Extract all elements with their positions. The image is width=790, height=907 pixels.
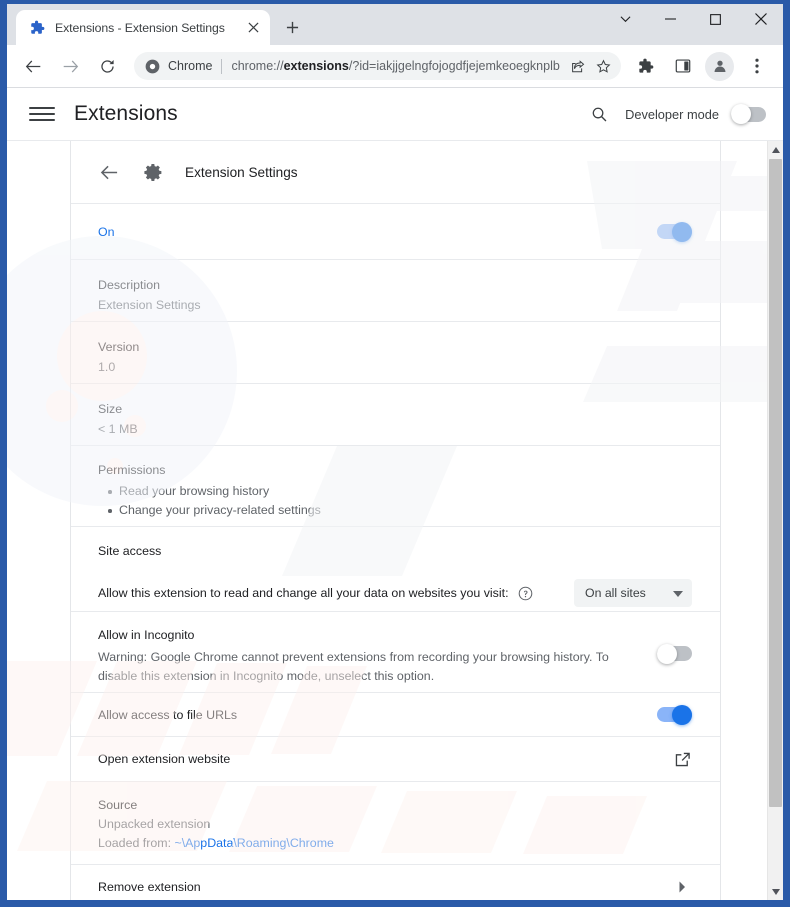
search-icon[interactable] xyxy=(584,99,614,129)
chevron-right-icon[interactable] xyxy=(673,878,692,897)
share-icon[interactable] xyxy=(565,54,589,78)
open-website-label: Open extension website xyxy=(98,752,231,766)
enable-extension-toggle[interactable] xyxy=(657,221,692,242)
chrome-logo-icon xyxy=(144,58,160,74)
browser-window: Extensions - Extension Settings Chrome c… xyxy=(0,0,790,907)
loaded-from-line: Loaded from: ~\AppData\Roaming\Chrome xyxy=(98,836,692,850)
browser-window-inner: Extensions - Extension Settings Chrome c… xyxy=(7,4,783,900)
incognito-label: Allow in Incognito xyxy=(98,628,195,642)
file-urls-row: Allow access to file URLs xyxy=(71,692,720,736)
developer-mode-toggle[interactable] xyxy=(731,104,766,124)
chevron-down-icon[interactable] xyxy=(603,4,648,34)
source-value: Unpacked extension xyxy=(98,817,211,831)
extensions-page-header: Extensions Developer mode xyxy=(7,88,783,141)
size-value: < 1 MB xyxy=(98,422,138,436)
permissions-label: Permissions xyxy=(98,463,166,477)
incognito-toggle[interactable] xyxy=(657,643,692,664)
reload-button[interactable] xyxy=(93,52,122,81)
three-dot-menu-icon[interactable] xyxy=(742,52,771,81)
open-website-row[interactable]: Open extension website xyxy=(71,736,720,781)
toggle-thumb xyxy=(672,704,692,725)
permissions-list: Read your browsing history Change your p… xyxy=(98,482,692,520)
extensions-page-body: Extension Settings On Description Extens… xyxy=(7,141,783,900)
caret-down-icon xyxy=(673,586,683,600)
new-tab-button[interactable] xyxy=(278,13,306,41)
site-access-value: On all sites xyxy=(585,586,646,600)
detail-header: Extension Settings xyxy=(71,141,720,203)
extensions-button[interactable] xyxy=(631,52,660,81)
omnibox-divider xyxy=(221,58,223,74)
enabled-label: On xyxy=(98,224,115,239)
site-access-row: Site access Allow this extension to read… xyxy=(71,526,720,611)
browser-tab[interactable]: Extensions - Extension Settings xyxy=(16,10,270,45)
vertical-scrollbar[interactable] xyxy=(767,141,783,900)
forward-button[interactable] xyxy=(56,52,85,81)
description-value: Extension Settings xyxy=(98,298,201,312)
external-link-icon[interactable] xyxy=(673,750,692,769)
remove-extension-label: Remove extension xyxy=(98,880,201,894)
avatar[interactable] xyxy=(705,51,734,81)
window-controls xyxy=(603,4,783,45)
size-label: Size xyxy=(98,402,123,416)
gear-icon xyxy=(141,160,165,184)
address-bar[interactable]: Chrome chrome://extensions/?id=iakjjgeln… xyxy=(134,52,621,80)
list-item: Read your browsing history xyxy=(108,482,692,501)
back-arrow-icon[interactable] xyxy=(96,159,122,185)
developer-mode-label: Developer mode xyxy=(625,106,719,122)
hamburger-icon[interactable] xyxy=(29,101,55,127)
minimize-icon[interactable] xyxy=(648,4,693,34)
toggle-thumb xyxy=(657,643,677,664)
incognito-row: Allow in Incognito Warning: Google Chrom… xyxy=(71,611,720,692)
tab-strip: Extensions - Extension Settings xyxy=(7,4,783,45)
toggle-thumb xyxy=(672,221,692,242)
permissions-row: Permissions Read your browsing history C… xyxy=(71,445,720,526)
loaded-from-label: Loaded from: xyxy=(98,836,172,850)
scroll-up-arrow-icon[interactable] xyxy=(768,141,783,158)
list-item: Change your privacy-related settings xyxy=(108,501,692,520)
version-label: Version xyxy=(98,340,140,354)
description-label: Description xyxy=(98,278,160,292)
loaded-from-path[interactable]: ~\AppData\Roaming\Chrome xyxy=(174,836,333,850)
incognito-warning: Warning: Google Chrome cannot prevent ex… xyxy=(98,650,609,683)
tab-title: Extensions - Extension Settings xyxy=(55,20,225,35)
description-row: Description Extension Settings xyxy=(71,259,720,321)
site-chip-label: Chrome xyxy=(168,59,213,73)
help-circle-icon[interactable] xyxy=(518,586,533,601)
source-label: Source xyxy=(98,798,138,812)
site-access-dropdown[interactable]: On all sites xyxy=(574,579,692,607)
detail-title: Extension Settings xyxy=(185,164,298,180)
maximize-icon[interactable] xyxy=(693,4,738,34)
version-value: 1.0 xyxy=(98,360,116,374)
browser-toolbar: Chrome chrome://extensions/?id=iakjjgeln… xyxy=(7,45,783,88)
site-access-label: Site access xyxy=(98,544,162,558)
source-row: Source Unpacked extension Loaded from: ~… xyxy=(71,781,720,864)
side-panel-icon[interactable] xyxy=(668,52,697,81)
puzzle-piece-icon xyxy=(29,20,45,36)
close-window-icon[interactable] xyxy=(738,4,783,34)
back-button[interactable] xyxy=(19,52,48,81)
site-access-control: Allow this extension to read and change … xyxy=(98,579,692,607)
scrollbar-thumb[interactable] xyxy=(769,159,782,807)
version-row: Version 1.0 xyxy=(71,321,720,383)
site-access-question: Allow this extension to read and change … xyxy=(98,586,509,600)
scrollbar-track[interactable] xyxy=(768,807,783,883)
file-urls-label: Allow access to file URLs xyxy=(98,707,238,722)
page-title: Extensions xyxy=(74,102,178,125)
size-row: Size < 1 MB xyxy=(71,383,720,445)
toggle-thumb xyxy=(731,104,751,124)
close-icon[interactable] xyxy=(242,17,264,39)
extension-detail-card: Extension Settings On Description Extens… xyxy=(70,141,721,900)
scroll-down-arrow-icon[interactable] xyxy=(768,883,783,900)
star-icon[interactable] xyxy=(591,54,615,78)
file-urls-toggle[interactable] xyxy=(657,704,692,725)
url-text: chrome://extensions/?id=iakjjgelngfojogd… xyxy=(231,59,560,73)
remove-extension-row[interactable]: Remove extension xyxy=(71,864,720,900)
enabled-row: On xyxy=(71,203,720,259)
